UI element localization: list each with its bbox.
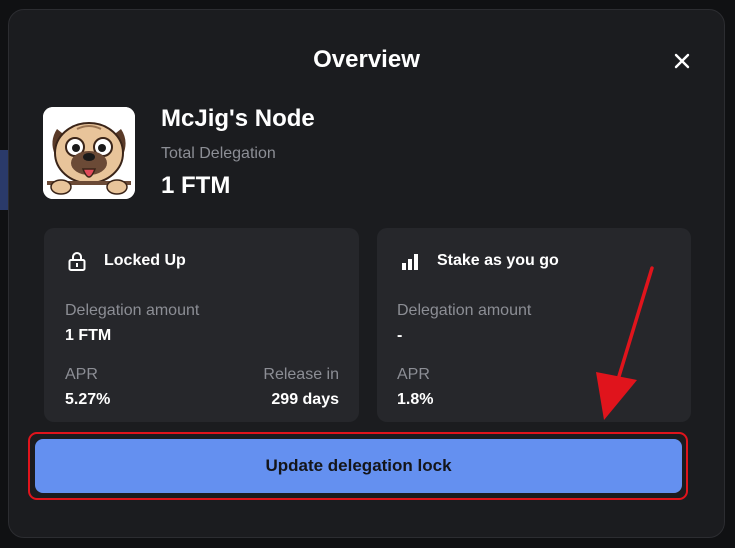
stake-delegation-value: - [397,327,403,344]
total-delegation-label: Total Delegation [161,145,276,162]
modal-title: Overview [313,46,420,73]
bar-chart-icon [399,250,421,272]
locked-apr-value: 5.27% [65,391,111,408]
close-button[interactable] [671,50,693,72]
node-name: McJig's Node [161,105,315,132]
release-in-value: 299 days [271,391,339,408]
stake-delegation-label: Delegation amount [397,302,532,319]
stake-apr-label: APR [397,366,430,383]
background-element [0,150,8,210]
close-icon [674,53,690,69]
stake-apr-value: 1.8% [397,391,434,408]
update-delegation-lock-button[interactable]: Update delegation lock [35,439,682,493]
stake-as-you-go-title: Stake as you go [437,252,559,269]
locked-apr-label: APR [65,366,98,383]
locked-up-card: Locked Up Delegation amount 1 FTM APR 5.… [44,228,359,422]
total-delegation-value: 1 FTM [161,172,231,199]
locked-delegation-label: Delegation amount [65,302,200,319]
locked-up-title: Locked Up [104,252,186,269]
locked-delegation-value: 1 FTM [65,327,112,344]
release-in-label: Release in [263,366,339,383]
pug-avatar-icon [43,107,135,199]
stake-as-you-go-card: Stake as you go Delegation amount - APR … [377,228,691,422]
lock-icon [66,250,88,272]
node-avatar [43,107,135,199]
